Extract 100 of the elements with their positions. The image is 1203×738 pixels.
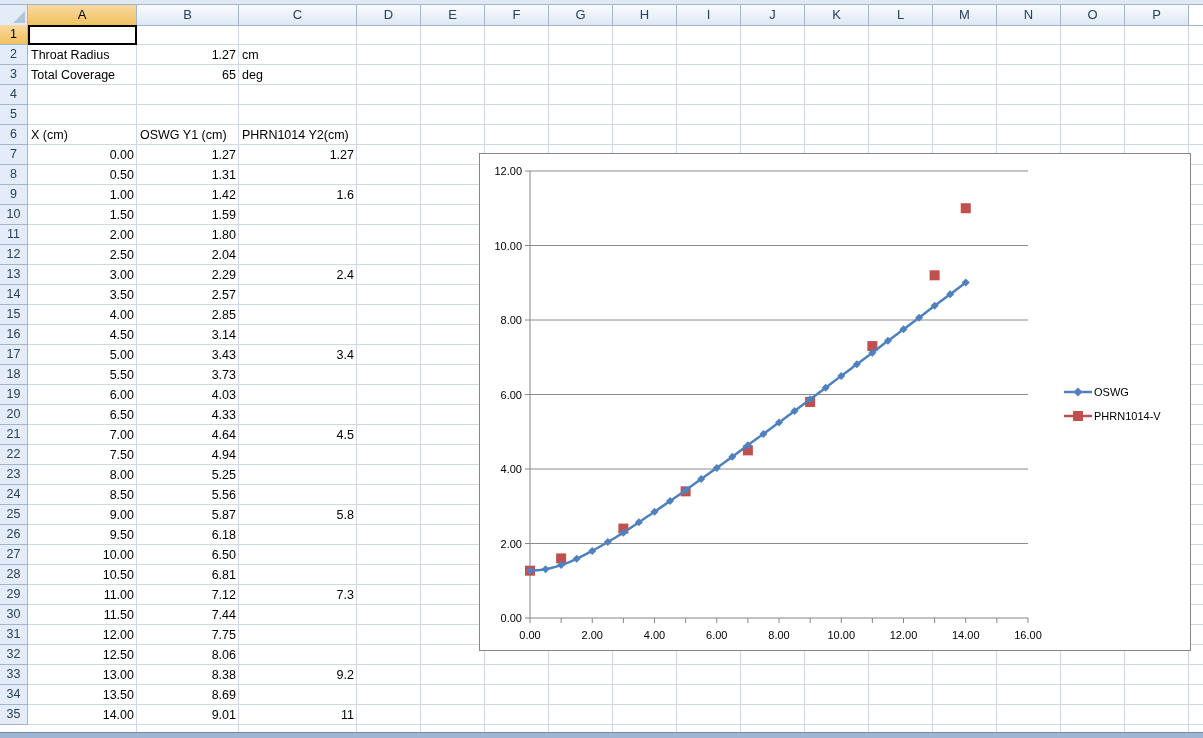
x-tick-label: 12.00 — [889, 629, 918, 641]
row-header[interactable]: 10 — [0, 205, 28, 225]
table-cell: 1.00 — [109, 187, 134, 202]
table-cell: 4.00 — [109, 307, 134, 322]
row-header[interactable]: 31 — [0, 625, 28, 645]
row-header[interactable]: 27 — [0, 545, 28, 565]
row-header[interactable]: 23 — [0, 465, 28, 485]
point — [603, 538, 612, 547]
row-header[interactable]: 12 — [0, 245, 28, 265]
x-tick-label: 8.00 — [768, 629, 790, 641]
column-header[interactable]: I — [677, 5, 741, 26]
column-header[interactable]: K — [805, 5, 869, 26]
table-cell: 9.50 — [109, 527, 134, 542]
row-header[interactable]: 24 — [0, 485, 28, 505]
column-header[interactable]: A — [28, 5, 137, 26]
table-cell: 3.73 — [211, 367, 236, 382]
table-cell: 1.42 — [211, 187, 236, 202]
table-cell: 1.50 — [109, 207, 134, 222]
column-header[interactable]: O — [1061, 5, 1125, 26]
row-header[interactable]: 11 — [0, 225, 28, 245]
table-cell: 4.50 — [109, 327, 134, 342]
row-header[interactable]: 18 — [0, 365, 28, 385]
point — [572, 554, 581, 563]
row-header[interactable]: 22 — [0, 445, 28, 465]
column-header[interactable]: P — [1125, 5, 1189, 26]
table-cell: 12.00 — [102, 627, 134, 642]
column-header[interactable]: J — [741, 5, 805, 26]
table-cell: 65 — [222, 67, 236, 82]
table-cell: 2.29 — [211, 267, 236, 282]
row-header[interactable]: 14 — [0, 285, 28, 305]
row-header[interactable]: 33 — [0, 665, 28, 685]
row-header[interactable]: 3 — [0, 65, 28, 85]
table-cell: 7.12 — [211, 587, 236, 602]
point — [557, 561, 566, 570]
legend-label: PHRN1014-V — [1094, 410, 1161, 422]
table-cell: 7.50 — [109, 447, 134, 462]
table-cell: 1.6 — [336, 187, 354, 202]
point — [961, 278, 970, 287]
row-header[interactable]: 20 — [0, 405, 28, 425]
row-header[interactable]: 17 — [0, 345, 28, 365]
table-cell: 1.59 — [211, 207, 236, 222]
point — [588, 546, 597, 555]
x-tick-label: 14.00 — [952, 629, 980, 641]
row-header[interactable]: 1 — [0, 25, 28, 45]
row-header[interactable]: 8 — [0, 165, 28, 185]
column-header[interactable]: H — [613, 5, 677, 26]
table-cell: 1.27 — [329, 147, 354, 162]
row-header[interactable]: 30 — [0, 605, 28, 625]
column-header[interactable]: C — [239, 5, 357, 26]
table-cell: 1.80 — [211, 227, 236, 242]
table-cell: 1.27 — [211, 47, 236, 62]
table-cell: 1.27 — [211, 147, 236, 162]
column-header[interactable]: E — [421, 5, 485, 26]
row-header[interactable]: 6 — [0, 125, 28, 145]
point — [821, 383, 830, 392]
table-cell: 7.3 — [336, 587, 354, 602]
square-marker — [960, 203, 971, 214]
table-cell: 5.00 — [109, 347, 134, 362]
row-header[interactable]: 2 — [0, 45, 28, 65]
row-header[interactable]: 26 — [0, 525, 28, 545]
row-header[interactable]: 5 — [0, 105, 28, 125]
table-cell: 4.03 — [211, 387, 236, 402]
row-header[interactable]: 34 — [0, 685, 28, 705]
row-header[interactable]: 7 — [0, 145, 28, 165]
square-marker — [556, 553, 567, 564]
table-cell: OSWG Y1 (cm) — [140, 127, 227, 142]
row-header[interactable]: 29 — [0, 585, 28, 605]
y-tick-label: 6.00 — [500, 388, 522, 401]
row-header[interactable]: 4 — [0, 85, 28, 105]
table-cell: 3.43 — [211, 347, 236, 362]
row-header[interactable]: 15 — [0, 305, 28, 325]
table-cell: 2.00 — [109, 227, 134, 242]
point — [697, 475, 706, 484]
column-header[interactable]: G — [549, 5, 613, 26]
table-cell: 3.14 — [211, 327, 236, 342]
table-cell: 9.01 — [211, 707, 236, 722]
column-header[interactable]: F — [485, 5, 549, 26]
column-header[interactable]: D — [357, 5, 421, 26]
row-header[interactable]: 19 — [0, 385, 28, 405]
x-tick-label: 0.00 — [519, 629, 541, 641]
point — [852, 360, 861, 369]
row-header[interactable]: 35 — [0, 705, 28, 725]
active-cell[interactable] — [28, 25, 137, 45]
row-header[interactable]: 32 — [0, 645, 28, 665]
column-header[interactable]: B — [137, 5, 239, 26]
point — [930, 301, 939, 310]
table-cell: 4.64 — [211, 427, 236, 442]
column-header[interactable]: L — [869, 5, 933, 26]
row-header[interactable]: 13 — [0, 265, 28, 285]
row-header[interactable]: 28 — [0, 565, 28, 585]
table-cell: 6.00 — [109, 387, 134, 402]
row-header[interactable]: 9 — [0, 185, 28, 205]
table-cell: 4.94 — [211, 447, 236, 462]
row-header[interactable]: 25 — [0, 505, 28, 525]
triangle-icon — [13, 11, 25, 23]
row-header[interactable]: 16 — [0, 325, 28, 345]
row-header[interactable]: 21 — [0, 425, 28, 445]
column-header[interactable]: N — [997, 5, 1061, 26]
column-header[interactable]: M — [933, 5, 997, 26]
table-cell: 8.38 — [211, 667, 236, 682]
